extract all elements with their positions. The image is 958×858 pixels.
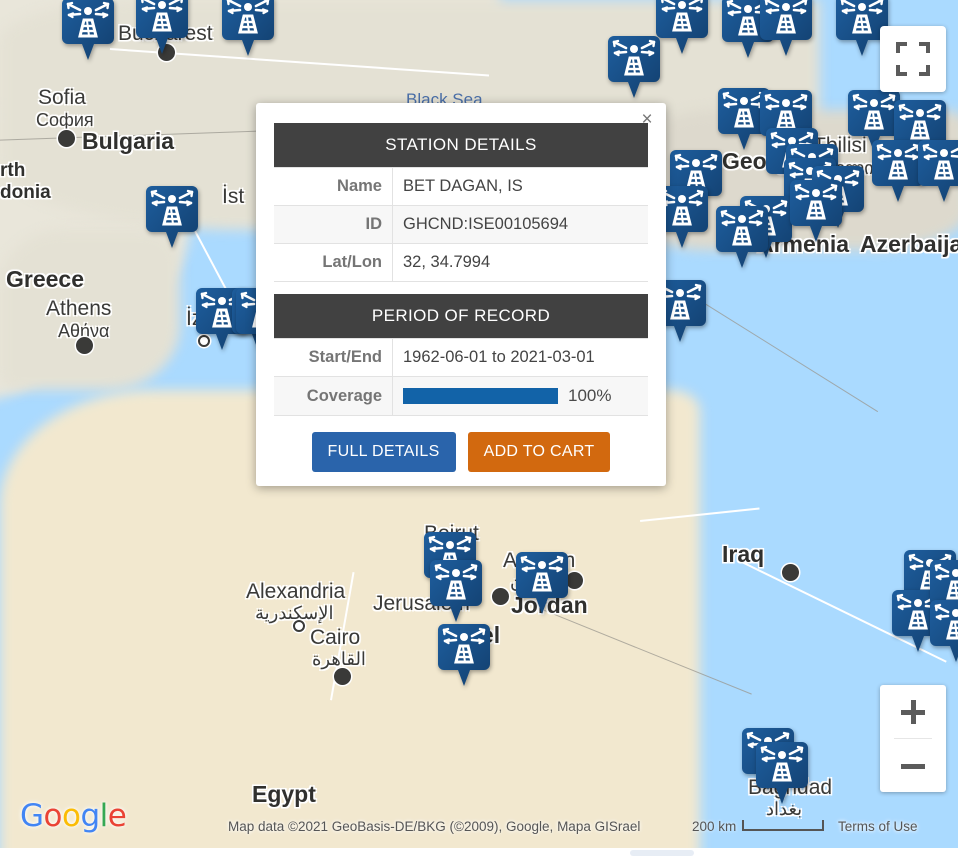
- city-dot-baghdad: [782, 564, 799, 581]
- row-value-id: GHCND:ISE00105694: [392, 205, 648, 244]
- city-dot-sofia: [58, 130, 75, 147]
- zoom-out-button[interactable]: [880, 739, 946, 792]
- google-logo-letter-4: l: [99, 798, 109, 834]
- row-value-name: BET DAGAN, IS: [392, 167, 648, 206]
- row-label-name: Name: [274, 167, 393, 206]
- row-label-coverage: Coverage: [274, 376, 393, 416]
- station-marker-icon: [516, 552, 568, 614]
- station-marker-icon: [430, 560, 482, 622]
- station-marker-icon: [930, 600, 958, 662]
- station-marker[interactable]: [756, 742, 808, 806]
- station-marker[interactable]: [516, 552, 568, 616]
- station-marker[interactable]: [760, 0, 812, 58]
- google-logo-letter-0: G: [20, 798, 44, 834]
- station-marker[interactable]: [222, 0, 274, 58]
- row-label-id: ID: [274, 205, 393, 244]
- google-logo: Google: [20, 798, 127, 834]
- minus-icon: [901, 763, 925, 769]
- full-details-button[interactable]: FULL DETAILS: [311, 432, 456, 472]
- coverage-cell: 100%: [403, 386, 638, 406]
- station-marker[interactable]: [146, 186, 198, 250]
- station-marker[interactable]: [136, 0, 188, 56]
- map-scale: 200 km: [692, 819, 825, 834]
- coverage-bar-fill: [403, 388, 558, 404]
- map-scale-label: 200 km: [692, 819, 737, 834]
- map-scale-bar: [742, 820, 825, 831]
- row-value-startend: 1962-06-01 to 2021-03-01: [392, 338, 648, 377]
- station-details-table: Name BET DAGAN, IS ID GHCND:ISE00105694 …: [274, 167, 648, 282]
- period-of-record-header: PERIOD OF RECORD: [274, 294, 648, 338]
- station-marker-icon: [222, 0, 274, 56]
- google-map[interactable]: Black SeaBucharestSofiaСофияBulgariarthd…: [0, 0, 958, 848]
- station-marker[interactable]: [872, 140, 924, 204]
- station-marker-icon: [756, 742, 808, 804]
- google-logo-letter-1: o: [43, 798, 63, 834]
- station-marker[interactable]: [790, 180, 842, 244]
- row-value-coverage: 100%: [392, 376, 648, 416]
- station-marker[interactable]: [438, 624, 490, 688]
- fullscreen-button[interactable]: [880, 26, 946, 92]
- table-row: ID GHCND:ISE00105694: [274, 205, 648, 244]
- table-row: Start/End 1962-06-01 to 2021-03-01: [274, 338, 648, 377]
- station-details-popup: × STATION DETAILS Name BET DAGAN, IS ID …: [256, 103, 666, 486]
- station-marker-icon: [136, 0, 188, 54]
- zoom-in-button[interactable]: [880, 685, 946, 738]
- coverage-percent-label: 100%: [568, 386, 612, 405]
- station-marker[interactable]: [62, 0, 114, 62]
- add-to-cart-button[interactable]: ADD TO CART: [467, 432, 611, 472]
- station-marker-icon: [760, 0, 812, 56]
- popup-action-buttons: FULL DETAILS ADD TO CART: [274, 432, 648, 472]
- table-row: Coverage 100%: [274, 376, 648, 416]
- station-marker-icon: [146, 186, 198, 248]
- google-logo-letter-5: e: [107, 798, 127, 834]
- google-logo-letter-2: o: [62, 798, 81, 834]
- popup-content: STATION DETAILS Name BET DAGAN, IS ID GH…: [256, 103, 666, 472]
- row-label-startend: Start/End: [274, 338, 393, 377]
- map-data-attribution: Map data ©2021 GeoBasis-DE/BKG (©2009), …: [228, 819, 641, 834]
- station-marker[interactable]: [930, 600, 958, 664]
- station-map-screen: Black SeaBucharestSofiaСофияBulgariarthd…: [0, 0, 958, 858]
- city-dot-amman: [566, 572, 583, 589]
- station-marker-icon: [872, 140, 924, 202]
- city-dot-alexandria: [293, 620, 305, 632]
- city-dot-jerusalem: [492, 588, 509, 605]
- station-marker-icon: [790, 180, 842, 242]
- table-row: Name BET DAGAN, IS: [274, 167, 648, 206]
- map-landmass-anatolia-west: [0, 230, 180, 390]
- city-dot-cairo: [334, 668, 351, 685]
- table-row: Lat/Lon 32, 34.7994: [274, 243, 648, 282]
- city-dot-athens: [76, 337, 93, 354]
- coverage-bar-track: [403, 388, 558, 404]
- page-scrollbar[interactable]: [0, 848, 958, 858]
- station-marker-icon: [716, 206, 768, 268]
- close-icon[interactable]: ×: [636, 108, 658, 130]
- page-scrollbar-thumb[interactable]: [630, 850, 694, 856]
- terms-of-use-link[interactable]: Terms of Use: [838, 819, 918, 834]
- station-marker[interactable]: [918, 140, 958, 204]
- station-marker-icon: [656, 0, 708, 54]
- google-logo-letter-3: g: [80, 798, 100, 834]
- station-details-header: STATION DETAILS: [274, 123, 648, 167]
- period-of-record-table: Start/End 1962-06-01 to 2021-03-01 Cover…: [274, 338, 648, 416]
- row-value-latlon: 32, 34.7994: [392, 243, 648, 282]
- station-marker-icon: [918, 140, 958, 202]
- map-border: [699, 300, 879, 413]
- station-marker[interactable]: [608, 36, 660, 100]
- station-marker-icon: [438, 624, 490, 686]
- station-marker[interactable]: [656, 0, 708, 56]
- zoom-control[interactable]: [880, 685, 946, 792]
- row-label-latlon: Lat/Lon: [274, 243, 393, 282]
- station-marker-icon: [62, 0, 114, 60]
- station-marker[interactable]: [716, 206, 768, 270]
- station-marker-icon: [608, 36, 660, 98]
- plus-icon: [901, 699, 925, 724]
- station-marker[interactable]: [430, 560, 482, 624]
- fullscreen-icon: [896, 42, 930, 76]
